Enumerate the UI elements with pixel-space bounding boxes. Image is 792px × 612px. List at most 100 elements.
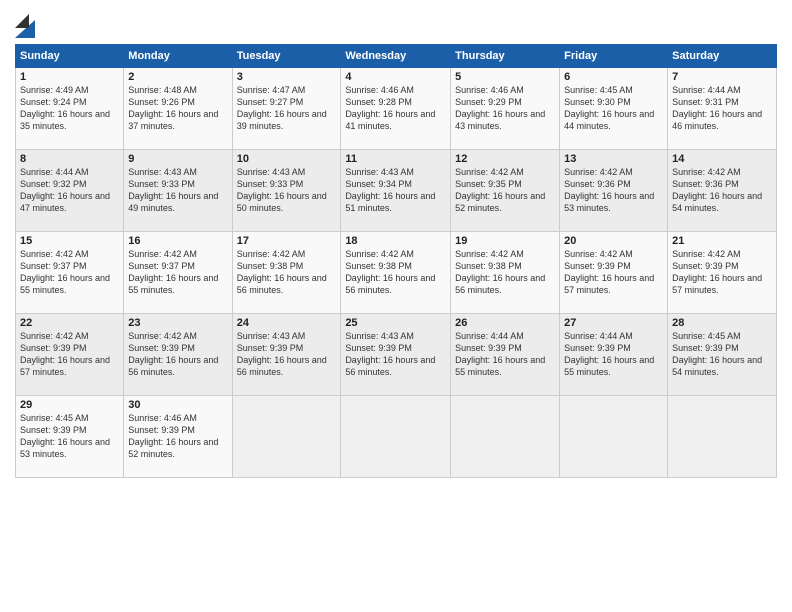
day-info: Sunrise: 4:42 AMSunset: 9:37 PMDaylight:… [20, 248, 119, 297]
day-number: 2 [128, 71, 227, 83]
day-info: Sunrise: 4:45 AMSunset: 9:39 PMDaylight:… [672, 330, 772, 379]
day-number: 24 [237, 317, 337, 329]
day-info: Sunrise: 4:44 AMSunset: 9:39 PMDaylight:… [455, 330, 555, 379]
day-info: Sunrise: 4:44 AMSunset: 9:31 PMDaylight:… [672, 84, 772, 133]
day-info: Sunrise: 4:42 AMSunset: 9:38 PMDaylight:… [345, 248, 446, 297]
calendar-cell: 10 Sunrise: 4:43 AMSunset: 9:33 PMDaylig… [232, 150, 341, 232]
day-number: 19 [455, 235, 555, 247]
calendar-cell: 5 Sunrise: 4:46 AMSunset: 9:29 PMDayligh… [451, 68, 560, 150]
day-number: 10 [237, 153, 337, 165]
day-info: Sunrise: 4:42 AMSunset: 9:36 PMDaylight:… [564, 166, 663, 215]
day-info: Sunrise: 4:42 AMSunset: 9:39 PMDaylight:… [564, 248, 663, 297]
calendar-cell: 30 Sunrise: 4:46 AMSunset: 9:39 PMDaylig… [124, 396, 232, 478]
day-number: 14 [672, 153, 772, 165]
day-number: 20 [564, 235, 663, 247]
day-info: Sunrise: 4:42 AMSunset: 9:37 PMDaylight:… [128, 248, 227, 297]
day-info: Sunrise: 4:44 AMSunset: 9:32 PMDaylight:… [20, 166, 119, 215]
day-number: 30 [128, 399, 227, 411]
day-info: Sunrise: 4:42 AMSunset: 9:36 PMDaylight:… [672, 166, 772, 215]
calendar-cell: 27 Sunrise: 4:44 AMSunset: 9:39 PMDaylig… [560, 314, 668, 396]
calendar-cell: 13 Sunrise: 4:42 AMSunset: 9:36 PMDaylig… [560, 150, 668, 232]
calendar-cell: 24 Sunrise: 4:43 AMSunset: 9:39 PMDaylig… [232, 314, 341, 396]
calendar-cell: 14 Sunrise: 4:42 AMSunset: 9:36 PMDaylig… [668, 150, 777, 232]
day-info: Sunrise: 4:43 AMSunset: 9:34 PMDaylight:… [345, 166, 446, 215]
calendar-cell: 20 Sunrise: 4:42 AMSunset: 9:39 PMDaylig… [560, 232, 668, 314]
day-number: 3 [237, 71, 337, 83]
logo [15, 10, 38, 38]
col-saturday: Saturday [668, 45, 777, 68]
day-number: 5 [455, 71, 555, 83]
calendar-cell: 15 Sunrise: 4:42 AMSunset: 9:37 PMDaylig… [16, 232, 124, 314]
day-number: 21 [672, 235, 772, 247]
day-info: Sunrise: 4:43 AMSunset: 9:39 PMDaylight:… [345, 330, 446, 379]
calendar-cell: 23 Sunrise: 4:42 AMSunset: 9:39 PMDaylig… [124, 314, 232, 396]
day-number: 6 [564, 71, 663, 83]
day-info: Sunrise: 4:42 AMSunset: 9:39 PMDaylight:… [128, 330, 227, 379]
day-number: 7 [672, 71, 772, 83]
day-info: Sunrise: 4:42 AMSunset: 9:38 PMDaylight:… [237, 248, 337, 297]
day-number: 9 [128, 153, 227, 165]
day-number: 18 [345, 235, 446, 247]
calendar-cell: 3 Sunrise: 4:47 AMSunset: 9:27 PMDayligh… [232, 68, 341, 150]
calendar-cell: 28 Sunrise: 4:45 AMSunset: 9:39 PMDaylig… [668, 314, 777, 396]
calendar-cell: 2 Sunrise: 4:48 AMSunset: 9:26 PMDayligh… [124, 68, 232, 150]
calendar-cell [232, 396, 341, 478]
day-number: 16 [128, 235, 227, 247]
day-number: 13 [564, 153, 663, 165]
calendar-cell [560, 396, 668, 478]
calendar-header-row: Sunday Monday Tuesday Wednesday Thursday… [16, 45, 777, 68]
day-number: 22 [20, 317, 119, 329]
day-number: 4 [345, 71, 446, 83]
day-info: Sunrise: 4:43 AMSunset: 9:33 PMDaylight:… [128, 166, 227, 215]
calendar-cell: 6 Sunrise: 4:45 AMSunset: 9:30 PMDayligh… [560, 68, 668, 150]
col-thursday: Thursday [451, 45, 560, 68]
calendar-cell: 25 Sunrise: 4:43 AMSunset: 9:39 PMDaylig… [341, 314, 451, 396]
day-info: Sunrise: 4:45 AMSunset: 9:30 PMDaylight:… [564, 84, 663, 133]
col-friday: Friday [560, 45, 668, 68]
calendar-cell: 29 Sunrise: 4:45 AMSunset: 9:39 PMDaylig… [16, 396, 124, 478]
day-info: Sunrise: 4:43 AMSunset: 9:33 PMDaylight:… [237, 166, 337, 215]
day-number: 28 [672, 317, 772, 329]
calendar-cell: 18 Sunrise: 4:42 AMSunset: 9:38 PMDaylig… [341, 232, 451, 314]
day-info: Sunrise: 4:46 AMSunset: 9:28 PMDaylight:… [345, 84, 446, 133]
day-info: Sunrise: 4:45 AMSunset: 9:39 PMDaylight:… [20, 412, 119, 461]
calendar-cell: 7 Sunrise: 4:44 AMSunset: 9:31 PMDayligh… [668, 68, 777, 150]
day-number: 27 [564, 317, 663, 329]
day-number: 11 [345, 153, 446, 165]
col-monday: Monday [124, 45, 232, 68]
calendar-cell: 12 Sunrise: 4:42 AMSunset: 9:35 PMDaylig… [451, 150, 560, 232]
day-info: Sunrise: 4:46 AMSunset: 9:29 PMDaylight:… [455, 84, 555, 133]
calendar-cell: 11 Sunrise: 4:43 AMSunset: 9:34 PMDaylig… [341, 150, 451, 232]
calendar-cell: 19 Sunrise: 4:42 AMSunset: 9:38 PMDaylig… [451, 232, 560, 314]
calendar-cell: 21 Sunrise: 4:42 AMSunset: 9:39 PMDaylig… [668, 232, 777, 314]
day-info: Sunrise: 4:47 AMSunset: 9:27 PMDaylight:… [237, 84, 337, 133]
day-number: 8 [20, 153, 119, 165]
calendar-table: Sunday Monday Tuesday Wednesday Thursday… [15, 44, 777, 478]
day-info: Sunrise: 4:42 AMSunset: 9:38 PMDaylight:… [455, 248, 555, 297]
day-number: 17 [237, 235, 337, 247]
col-wednesday: Wednesday [341, 45, 451, 68]
day-number: 23 [128, 317, 227, 329]
page: Sunday Monday Tuesday Wednesday Thursday… [0, 0, 792, 612]
logo-icon [15, 10, 35, 38]
calendar-cell: 17 Sunrise: 4:42 AMSunset: 9:38 PMDaylig… [232, 232, 341, 314]
calendar-cell: 26 Sunrise: 4:44 AMSunset: 9:39 PMDaylig… [451, 314, 560, 396]
day-number: 12 [455, 153, 555, 165]
calendar-cell [341, 396, 451, 478]
calendar-cell: 22 Sunrise: 4:42 AMSunset: 9:39 PMDaylig… [16, 314, 124, 396]
calendar-cell: 4 Sunrise: 4:46 AMSunset: 9:28 PMDayligh… [341, 68, 451, 150]
day-info: Sunrise: 4:48 AMSunset: 9:26 PMDaylight:… [128, 84, 227, 133]
day-info: Sunrise: 4:43 AMSunset: 9:39 PMDaylight:… [237, 330, 337, 379]
col-tuesday: Tuesday [232, 45, 341, 68]
calendar-cell: 1 Sunrise: 4:49 AMSunset: 9:24 PMDayligh… [16, 68, 124, 150]
day-number: 1 [20, 71, 119, 83]
calendar-cell: 8 Sunrise: 4:44 AMSunset: 9:32 PMDayligh… [16, 150, 124, 232]
header [15, 10, 777, 38]
day-info: Sunrise: 4:42 AMSunset: 9:39 PMDaylight:… [20, 330, 119, 379]
calendar-cell: 16 Sunrise: 4:42 AMSunset: 9:37 PMDaylig… [124, 232, 232, 314]
day-info: Sunrise: 4:42 AMSunset: 9:39 PMDaylight:… [672, 248, 772, 297]
calendar-cell: 9 Sunrise: 4:43 AMSunset: 9:33 PMDayligh… [124, 150, 232, 232]
col-sunday: Sunday [16, 45, 124, 68]
day-info: Sunrise: 4:49 AMSunset: 9:24 PMDaylight:… [20, 84, 119, 133]
day-info: Sunrise: 4:44 AMSunset: 9:39 PMDaylight:… [564, 330, 663, 379]
